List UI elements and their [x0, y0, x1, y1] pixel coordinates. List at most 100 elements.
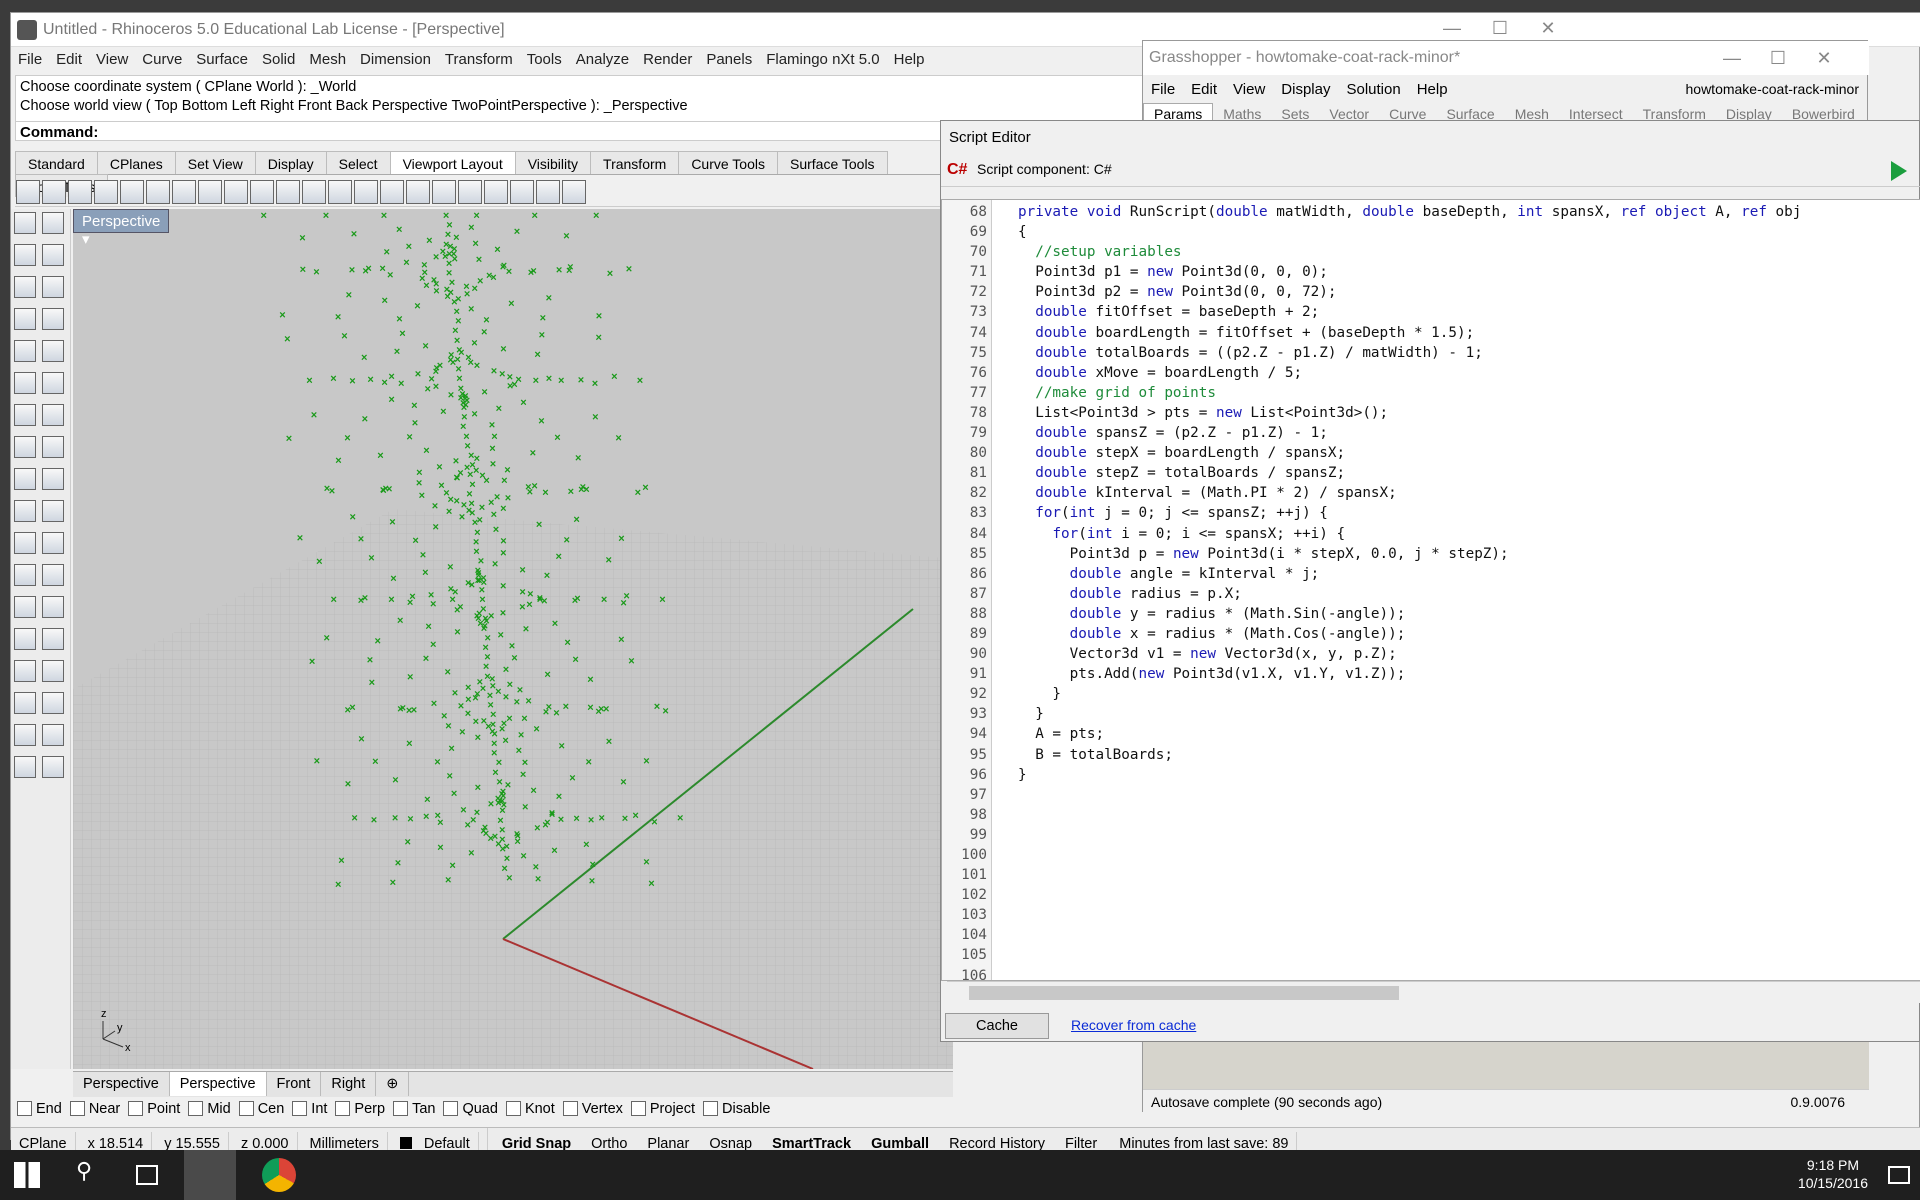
- osnap-checkbox[interactable]: [335, 1101, 351, 1116]
- tool-icon[interactable]: [42, 436, 64, 458]
- osnap-checkbox[interactable]: [703, 1101, 719, 1116]
- search-icon[interactable]: ⚲: [76, 1158, 110, 1192]
- osnap-checkbox[interactable]: [292, 1101, 308, 1116]
- osnap-vertex[interactable]: Vertex: [562, 1101, 623, 1117]
- osnap-point[interactable]: Point: [128, 1101, 180, 1117]
- start-windows-icon[interactable]: [14, 1162, 40, 1188]
- gh-minimize-icon[interactable]: —: [1709, 43, 1755, 73]
- layout-tool-icon[interactable]: [380, 180, 404, 204]
- tool-icon[interactable]: [14, 436, 36, 458]
- gh-document-name[interactable]: howtomake-coat-rack-minor: [1686, 81, 1860, 97]
- tool-icon[interactable]: [42, 404, 64, 426]
- tool-icon[interactable]: [42, 660, 64, 682]
- tool-icon[interactable]: [42, 340, 64, 362]
- osnap-knot[interactable]: Knot: [505, 1101, 555, 1117]
- osnap-checkbox[interactable]: [562, 1101, 578, 1116]
- minimize-icon[interactable]: —: [1429, 13, 1475, 43]
- tool-icon[interactable]: [14, 692, 36, 714]
- layout-tool-icon[interactable]: [94, 180, 118, 204]
- menu-item-analyze[interactable]: Analyze: [569, 47, 636, 68]
- tab-surface-tools[interactable]: Surface Tools: [776, 151, 888, 174]
- menu-item-transform[interactable]: Transform: [438, 47, 520, 68]
- notifications-icon[interactable]: [1888, 1166, 1910, 1184]
- gh-menu-help[interactable]: Help: [1409, 79, 1456, 100]
- tool-icon[interactable]: [42, 372, 64, 394]
- osnap-cen[interactable]: Cen: [238, 1101, 284, 1117]
- menu-item-solid[interactable]: Solid: [255, 47, 302, 68]
- tool-icon[interactable]: [14, 244, 36, 266]
- osnap-checkbox[interactable]: [630, 1101, 646, 1116]
- layout-tool-icon[interactable]: [250, 180, 274, 204]
- layout-tool-icon[interactable]: [406, 180, 430, 204]
- gh-maximize-icon[interactable]: ☐: [1755, 43, 1801, 73]
- layout-tool-icon[interactable]: [16, 180, 40, 204]
- viewport-tab[interactable]: Right: [321, 1072, 377, 1096]
- osnap-mid[interactable]: Mid: [188, 1101, 231, 1117]
- osnap-quad[interactable]: Quad: [443, 1101, 498, 1117]
- tool-icon[interactable]: [14, 372, 36, 394]
- viewport-tab[interactable]: Perspective: [73, 1072, 170, 1096]
- menu-item-curve[interactable]: Curve: [135, 47, 189, 68]
- menu-item-view[interactable]: View: [89, 47, 135, 68]
- tool-icon[interactable]: [14, 596, 36, 618]
- tab-display[interactable]: Display: [254, 151, 327, 174]
- osnap-project[interactable]: Project: [630, 1101, 695, 1117]
- maximize-icon[interactable]: ☐: [1477, 13, 1523, 43]
- layout-tool-icon[interactable]: [510, 180, 534, 204]
- layout-tool-icon[interactable]: [562, 180, 586, 204]
- tool-icon[interactable]: [14, 276, 36, 298]
- menu-item-dimension[interactable]: Dimension: [353, 47, 438, 68]
- osnap-checkbox[interactable]: [69, 1101, 85, 1116]
- tab-select[interactable]: Select: [325, 151, 391, 174]
- layout-tool-icon[interactable]: [120, 180, 144, 204]
- tab-standard[interactable]: Standard: [15, 151, 98, 174]
- cache-button[interactable]: Cache: [945, 1013, 1049, 1039]
- tab-transform[interactable]: Transform: [590, 151, 680, 174]
- menu-item-render[interactable]: Render: [636, 47, 699, 68]
- osnap-checkbox[interactable]: [393, 1101, 409, 1116]
- tool-icon[interactable]: [14, 660, 36, 682]
- command-line[interactable]: Command:: [15, 121, 945, 141]
- recover-from-cache-link[interactable]: Recover from cache: [1071, 1017, 1196, 1033]
- tool-icon[interactable]: [14, 340, 36, 362]
- layout-tool-icon[interactable]: [302, 180, 326, 204]
- run-script-button[interactable]: [1891, 161, 1907, 181]
- layout-tool-icon[interactable]: [146, 180, 170, 204]
- osnap-tan[interactable]: Tan: [393, 1101, 435, 1117]
- menu-item-flamingo-nxt-5-0[interactable]: Flamingo nXt 5.0: [759, 47, 886, 68]
- osnap-perp[interactable]: Perp: [335, 1101, 385, 1117]
- osnap-near[interactable]: Near: [69, 1101, 120, 1117]
- tab-visibility[interactable]: Visibility: [514, 151, 592, 174]
- osnap-checkbox[interactable]: [188, 1101, 204, 1116]
- tool-icon[interactable]: [42, 244, 64, 266]
- layout-tool-icon[interactable]: [458, 180, 482, 204]
- scroll-thumb[interactable]: [969, 986, 1399, 1000]
- tool-icon[interactable]: [14, 404, 36, 426]
- chrome-icon[interactable]: [262, 1158, 296, 1192]
- task-view-icon[interactable]: [136, 1165, 158, 1185]
- tool-icon[interactable]: [42, 468, 64, 490]
- osnap-checkbox[interactable]: [443, 1101, 459, 1116]
- menu-item-edit[interactable]: Edit: [49, 47, 89, 68]
- osnap-checkbox[interactable]: [128, 1101, 144, 1116]
- tool-icon[interactable]: [42, 564, 64, 586]
- osnap-checkbox[interactable]: [238, 1101, 254, 1116]
- close-icon[interactable]: ✕: [1525, 13, 1571, 43]
- tool-icon[interactable]: [42, 628, 64, 650]
- tool-icon[interactable]: [42, 500, 64, 522]
- layout-tool-icon[interactable]: [198, 180, 222, 204]
- menu-item-surface[interactable]: Surface: [189, 47, 255, 68]
- gh-menu-view[interactable]: View: [1225, 79, 1273, 100]
- tab-cplanes[interactable]: CPlanes: [96, 151, 176, 174]
- layout-tool-icon[interactable]: [68, 180, 92, 204]
- layout-tool-icon[interactable]: [276, 180, 300, 204]
- gh-menu-file[interactable]: File: [1143, 79, 1183, 100]
- menu-item-tools[interactable]: Tools: [520, 47, 569, 68]
- tool-icon[interactable]: [42, 212, 64, 234]
- menu-item-mesh[interactable]: Mesh: [302, 47, 353, 68]
- perspective-viewport[interactable]: × × × × × × × × × × × × × × × × × × × × × × × × × × × × × × × × × × × × × × × ×…: [73, 209, 953, 1069]
- viewport-tab[interactable]: Front: [267, 1072, 322, 1096]
- tool-icon[interactable]: [42, 692, 64, 714]
- tab-set-view[interactable]: Set View: [174, 151, 256, 174]
- layout-tool-icon[interactable]: [354, 180, 378, 204]
